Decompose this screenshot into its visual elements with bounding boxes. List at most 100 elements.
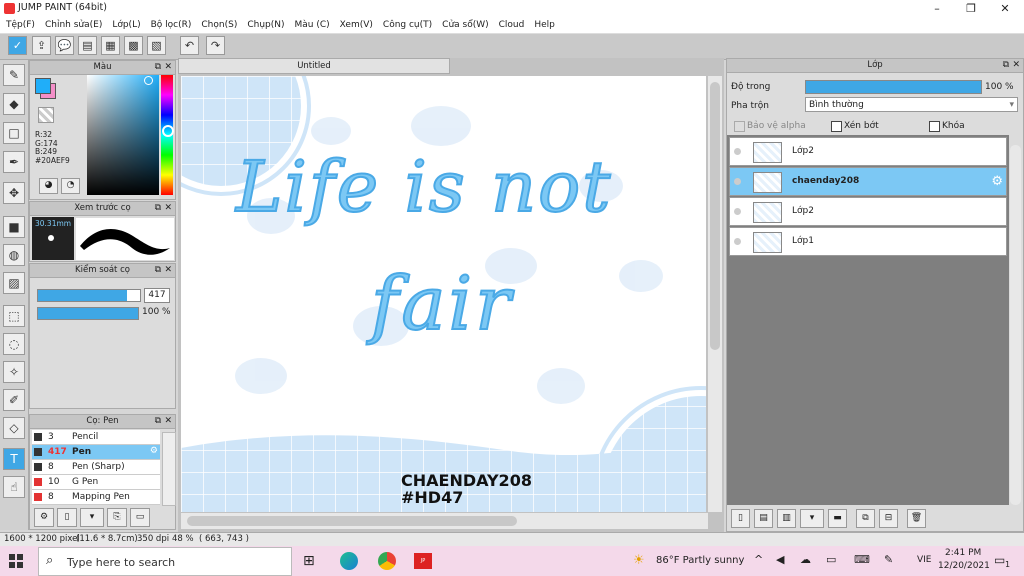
canvas-horizontal-scrollbar[interactable] xyxy=(181,513,708,529)
brush-size-value[interactable]: 417 xyxy=(144,288,170,303)
comment-icon-button[interactable]: 💬 xyxy=(55,36,74,55)
eraser-tool-icon[interactable]: ◆ xyxy=(3,93,25,115)
shape-tool-icon[interactable]: □ xyxy=(3,122,25,144)
brush-list-item[interactable]: 417 Pen ⚙ xyxy=(32,445,160,460)
clipping-checkbox[interactable] xyxy=(831,121,842,132)
select-pen-tool-icon[interactable]: ✐ xyxy=(3,389,25,411)
pen-tool-icon[interactable]: ✒ xyxy=(3,151,25,173)
visibility-icon[interactable] xyxy=(734,208,741,215)
minimize-button[interactable]: – xyxy=(920,0,954,17)
brush-list-item[interactable]: 8 Mapping Pen xyxy=(32,490,160,505)
text-tool-icon[interactable]: T xyxy=(3,448,25,470)
language-indicator[interactable]: VIE xyxy=(917,555,932,565)
weather-text[interactable]: 86°F Partly sunny xyxy=(656,555,744,566)
menu-capture[interactable]: Chụp(N) xyxy=(242,17,289,33)
popout-icon[interactable]: ⧉ xyxy=(1003,59,1009,72)
move-tool-icon[interactable]: ✥ xyxy=(3,182,25,204)
hand-tool-icon[interactable]: ☝ xyxy=(3,476,25,498)
magic-wand-tool-icon[interactable]: ✧ xyxy=(3,361,25,383)
cloud-icon[interactable]: ☁ xyxy=(800,553,811,566)
gear-icon[interactable]: ⚙ xyxy=(150,446,158,456)
menu-filter[interactable]: Bộ lọc(R) xyxy=(146,17,197,33)
menu-select[interactable]: Chọn(S) xyxy=(196,17,242,33)
popout-icon[interactable]: ⧉ xyxy=(155,264,161,277)
transparent-swatch[interactable] xyxy=(38,107,54,123)
hue-slider-handle[interactable] xyxy=(162,125,174,137)
horizontal-scroll-thumb[interactable] xyxy=(187,516,517,526)
menu-layer[interactable]: Lớp(L) xyxy=(107,17,145,33)
windows-start-icon[interactable] xyxy=(9,554,23,568)
new-text-layer-icon[interactable]: ▥ xyxy=(777,509,796,528)
share-icon-button[interactable]: ⇪ xyxy=(32,36,51,55)
picker-handle[interactable] xyxy=(144,76,153,85)
brush-menu-icon[interactable]: ▾ xyxy=(80,508,104,527)
lasso-tool-icon[interactable]: ◌ xyxy=(3,333,25,355)
layer-menu-icon[interactable]: ▾ xyxy=(800,509,824,528)
chevron-up-icon[interactable]: ^ xyxy=(754,553,763,566)
speaker-icon[interactable]: ◀ xyxy=(776,553,784,566)
duplicate-layer-icon[interactable]: ⧉ xyxy=(856,509,875,528)
lock-checkbox[interactable] xyxy=(929,121,940,132)
chrome-browser-icon[interactable] xyxy=(378,552,396,570)
brush-list-item[interactable]: 8 Pen (Sharp) xyxy=(32,460,160,475)
gear-icon[interactable]: ⚙ xyxy=(991,174,1003,189)
brush-list-item[interactable]: 3 Pencil xyxy=(32,430,160,445)
jump-paint-taskbar-icon[interactable]: JP xyxy=(414,553,432,569)
folder-icon[interactable]: ▬ xyxy=(828,509,847,528)
canvas-vertical-scrollbar[interactable] xyxy=(708,76,722,512)
menu-view[interactable]: Xem(V) xyxy=(335,17,378,33)
close-icon[interactable]: ✕ xyxy=(164,61,172,74)
menu-file[interactable]: Tệp(F) xyxy=(0,17,40,33)
rect-select-tool-icon[interactable]: ⬚ xyxy=(3,305,25,327)
bucket-tool-icon[interactable]: ◍ xyxy=(3,244,25,266)
message-icon-button[interactable]: ▤ xyxy=(78,36,97,55)
maximize-button[interactable]: ❐ xyxy=(954,0,988,17)
pen-input-icon[interactable]: ✎ xyxy=(884,553,893,566)
taskbar-search-box[interactable]: ⌕ Type here to search xyxy=(38,547,292,576)
close-icon[interactable]: ✕ xyxy=(164,264,172,277)
close-icon[interactable]: ✕ xyxy=(164,415,172,428)
redo-button[interactable]: ↷ xyxy=(206,36,225,55)
keyboard-icon[interactable]: ⌨ xyxy=(854,553,870,566)
new-layer-icon[interactable]: ▯ xyxy=(731,509,750,528)
popout-icon[interactable]: ⧉ xyxy=(155,202,161,215)
network-icon[interactable]: ▭ xyxy=(826,553,836,566)
menu-tools[interactable]: Công cụ(T) xyxy=(378,17,437,33)
trash-icon[interactable]: 🗑 xyxy=(907,509,926,528)
brush-opacity-slider[interactable] xyxy=(37,307,139,320)
vertical-scroll-thumb[interactable] xyxy=(710,82,720,350)
new-raster-layer-icon[interactable]: ▤ xyxy=(754,509,773,528)
gradient-tool-icon[interactable]: ▨ xyxy=(3,272,25,294)
popout-icon[interactable]: ⧉ xyxy=(155,61,161,74)
task-view-icon[interactable]: ⊞ xyxy=(303,553,315,569)
brush-tool-icon[interactable]: ✎ xyxy=(3,64,25,86)
select-eraser-tool-icon[interactable]: ◇ xyxy=(3,417,25,439)
menu-cloud[interactable]: Cloud xyxy=(494,17,530,33)
clock-date[interactable]: 12/20/2021 xyxy=(938,561,990,571)
brush-list-scrollbar[interactable] xyxy=(162,432,176,506)
undo-button[interactable]: ↶ xyxy=(180,36,199,55)
layer-opacity-slider[interactable] xyxy=(805,80,982,94)
popout-icon[interactable]: ⧉ xyxy=(155,415,161,428)
layout-icon-button[interactable]: ▧ xyxy=(147,36,166,55)
tab-untitled[interactable]: Untitled xyxy=(178,58,450,74)
drawing-canvas[interactable]: Life is not fair CHAENDAY208 #HD47 xyxy=(181,76,706,512)
merge-layer-icon[interactable]: ⊟ xyxy=(879,509,898,528)
notification-icon[interactable]: ▭ xyxy=(994,553,1005,567)
eyedropper-icon[interactable]: ◔ xyxy=(61,178,80,194)
protect-alpha-checkbox[interactable] xyxy=(734,121,745,132)
close-icon[interactable]: ✕ xyxy=(1012,59,1020,72)
menu-color[interactable]: Màu (C) xyxy=(290,17,335,33)
document-icon-button[interactable]: ▦ xyxy=(101,36,120,55)
check-icon-button[interactable]: ✓ xyxy=(8,36,27,55)
blend-mode-select[interactable]: Bình thường ▾ xyxy=(805,97,1018,112)
palette-icon[interactable]: ◕ xyxy=(39,178,58,194)
grid-icon-button[interactable]: ▩ xyxy=(124,36,143,55)
brush-settings-icon[interactable]: ⚙ xyxy=(34,508,54,527)
menu-help[interactable]: Help xyxy=(529,17,560,33)
menu-edit[interactable]: Chỉnh sửa(E) xyxy=(40,17,107,33)
clock-time[interactable]: 2:41 PM xyxy=(945,548,981,558)
close-icon[interactable]: ✕ xyxy=(164,202,172,215)
menu-window[interactable]: Cửa sổ(W) xyxy=(437,17,493,33)
layer-row[interactable]: Lớp2 xyxy=(729,137,1007,166)
